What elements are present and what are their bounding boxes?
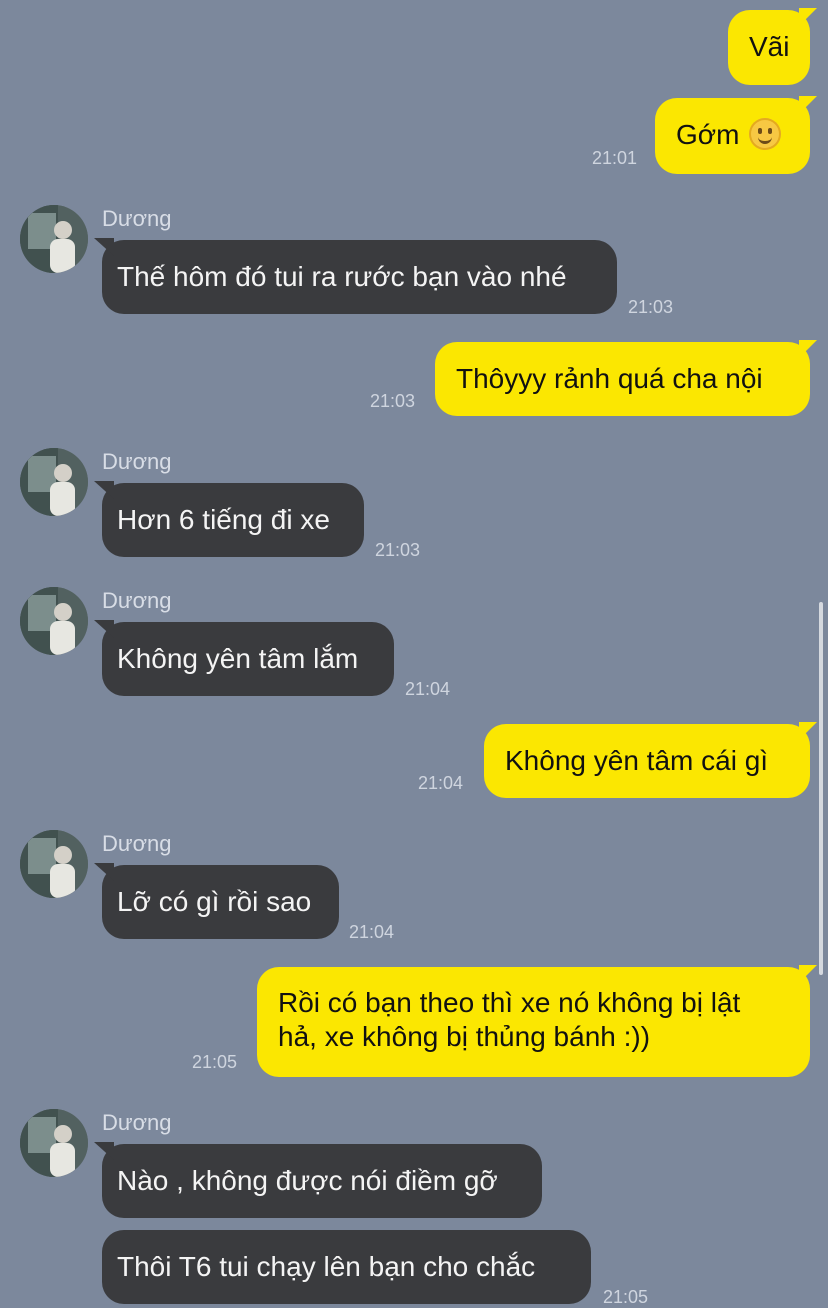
received-message-text: Thế hôm đó tui ra rước bạn vào nhé [117, 261, 567, 292]
sent-message-text: Vãi [749, 31, 790, 62]
message-timestamp: 21:03 [628, 297, 674, 317]
received-message-text: Không yên tâm lắm [117, 643, 359, 674]
message-timestamp: 21:04 [418, 773, 464, 793]
received-message-text: Lỡ có gì rồi sao [117, 886, 312, 917]
received-message-bubble[interactable]: Lỡ có gì rồi sao [102, 865, 339, 939]
message-timestamp: 21:04 [349, 922, 395, 942]
bottom-edge [0, 1301, 828, 1307]
received-message-bubble[interactable]: Nào , không được nói điềm gỡ [102, 1144, 542, 1218]
contact-name: Dương [102, 1110, 172, 1135]
contact-avatar[interactable] [20, 830, 88, 898]
received-message-bubble[interactable]: Thế hôm đó tui ra rước bạn vào nhé [102, 240, 617, 314]
sent-message-bubble[interactable]: Gớm [655, 98, 810, 174]
chat-conversation: Vãi Gớm 21:01 Dương Thế hôm đó tui ra rư… [0, 0, 828, 1307]
sent-message-text-line: hả, xe không bị thủng bánh :)) [278, 1021, 651, 1052]
received-message-text: Nào , không được nói điềm gỡ [117, 1165, 498, 1196]
sent-message-bubble[interactable]: Rồi có bạn theo thì xe nó không bị lật h… [257, 967, 810, 1077]
contact-avatar[interactable] [20, 1109, 88, 1177]
message-timestamp: 21:05 [192, 1052, 238, 1072]
sent-message-bubble[interactable]: Thôyyy rảnh quá cha nội [435, 342, 810, 416]
received-message-bubble[interactable]: Hơn 6 tiếng đi xe [102, 483, 364, 557]
sent-message-bubble[interactable]: Vãi [728, 10, 810, 85]
contact-name: Dương [102, 449, 172, 474]
chat-scrollbar[interactable] [819, 602, 823, 975]
message-timestamp: 21:04 [405, 679, 451, 699]
received-message-text: Thôi T6 tui chạy lên bạn cho chắc [117, 1251, 536, 1282]
sent-message-text: Gớm [676, 119, 740, 150]
sent-message-bubble[interactable]: Không yên tâm cái gì [484, 724, 810, 798]
contact-avatar[interactable] [20, 587, 88, 655]
sent-message-text-line: Rồi có bạn theo thì xe nó không bị lật [278, 987, 741, 1018]
message-timestamp: 21:01 [592, 148, 638, 168]
contact-name: Dương [102, 588, 172, 613]
received-message-text: Hơn 6 tiếng đi xe [117, 504, 330, 535]
smiling-face-emoji-icon [749, 118, 782, 150]
sent-message-text: Không yên tâm cái gì [505, 745, 769, 776]
received-message-bubble[interactable]: Thôi T6 tui chạy lên bạn cho chắc [102, 1230, 591, 1304]
message-timestamp: 21:03 [370, 391, 416, 411]
sent-message-text: Thôyyy rảnh quá cha nội [456, 363, 763, 394]
contact-name: Dương [102, 206, 172, 231]
contact-avatar[interactable] [20, 205, 88, 273]
received-message-bubble[interactable]: Không yên tâm lắm [102, 622, 394, 696]
contact-name: Dương [102, 831, 172, 856]
contact-avatar[interactable] [20, 448, 88, 516]
message-timestamp: 21:03 [375, 540, 421, 560]
